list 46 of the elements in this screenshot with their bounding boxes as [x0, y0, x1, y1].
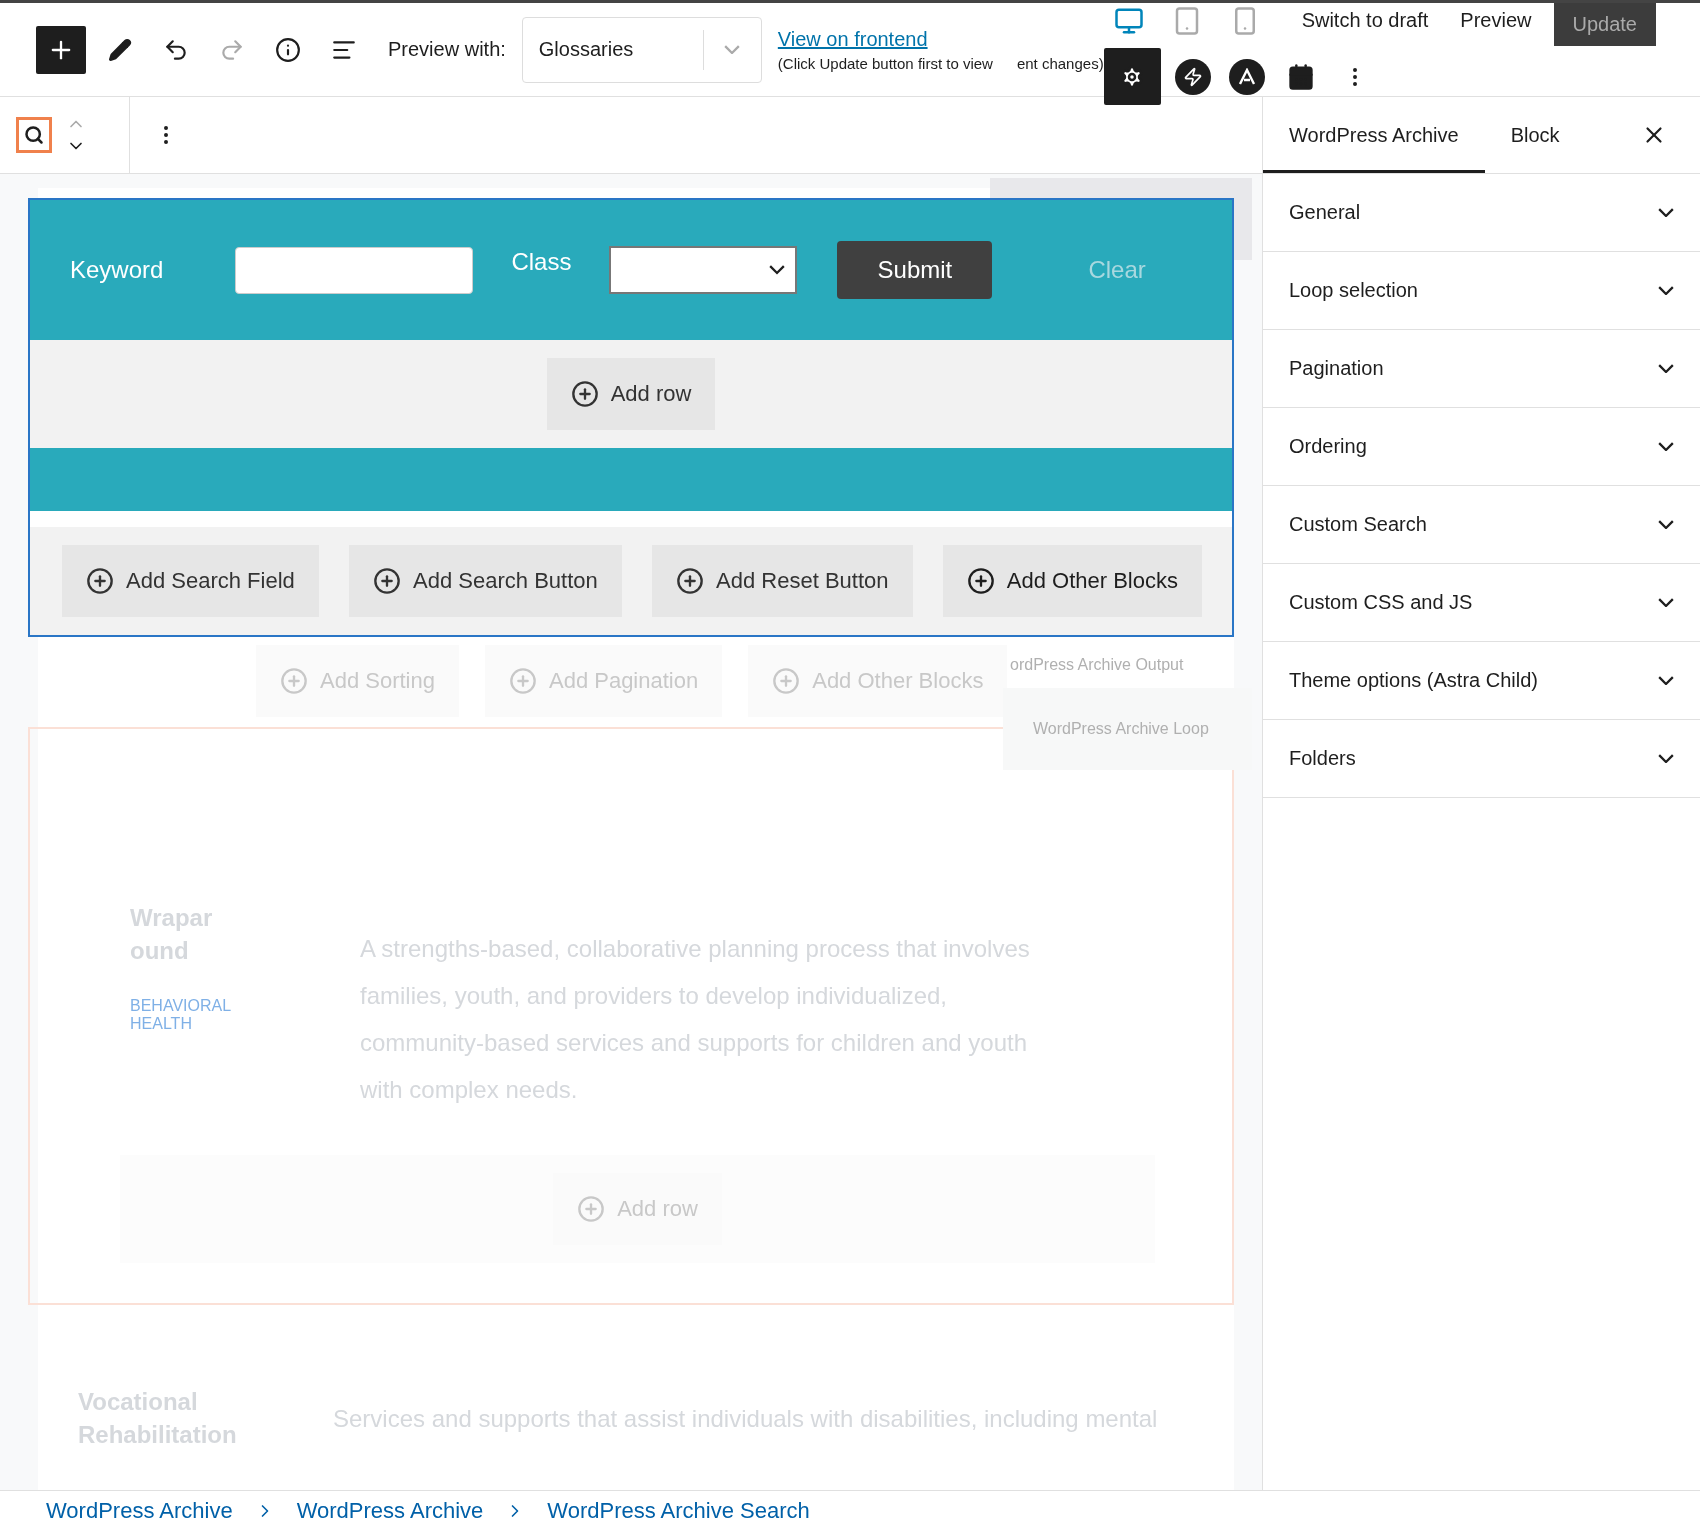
class-select[interactable]: [609, 246, 798, 294]
chevron-icon: [1658, 363, 1674, 374]
chevron-icon: [1658, 753, 1674, 764]
add-block-button[interactable]: Add Search Field: [62, 545, 319, 617]
breadcrumb-link[interactable]: WordPress Archive: [296, 1498, 484, 1524]
breadcrumb-link[interactable]: WordPress Archive Search: [547, 1498, 810, 1524]
plus-circle-icon: [280, 667, 308, 695]
chevron-icon: [1658, 597, 1674, 608]
add-block-button[interactable]: Add Search Button: [349, 545, 622, 617]
add-block-button[interactable]: [36, 25, 86, 74]
plus-circle-icon: [772, 667, 801, 695]
preview-select[interactable]: Glossaries: [521, 16, 762, 83]
search-block-icon[interactable]: [16, 117, 52, 153]
preview-link[interactable]: Preview: [1460, 9, 1532, 32]
sidebar-tab[interactable]: WordPress Archive: [1263, 97, 1485, 173]
breadcrumb-link[interactable]: WordPress Archive: [46, 1498, 233, 1524]
chevron-icon: [1658, 207, 1674, 218]
submit-button[interactable]: Submit: [837, 241, 993, 299]
plus-circle-icon: [676, 567, 705, 595]
block-label: WordPress Archive Loop: [1033, 720, 1209, 738]
field-label: Keyword: [70, 256, 164, 284]
add-block-button[interactable]: Add Reset Button: [652, 545, 913, 617]
add-row-button[interactable]: Add row: [546, 358, 716, 430]
chevron-icon: [1658, 285, 1674, 296]
plus-circle-icon: [86, 567, 114, 595]
sidebar-tab[interactable]: Block: [1484, 97, 1586, 173]
chevron-icon: [1658, 519, 1674, 530]
chevron-icon: [1658, 441, 1674, 452]
block-label: ordPress Archive Output: [1010, 656, 1184, 674]
chevron-icon: [1658, 675, 1674, 686]
chevron-icon: [769, 265, 786, 275]
field-label: Class: [511, 248, 572, 276]
note-text: ent changes): [1016, 54, 1104, 72]
plus-circle-icon: [508, 667, 537, 695]
note-text: (Click Update button first to view: [777, 54, 993, 72]
chevron-icon: [724, 44, 741, 55]
keyword-input[interactable]: [235, 246, 474, 294]
preview-label: Preview with:: [388, 38, 506, 61]
frontend-link[interactable]: View on frontend: [777, 27, 1104, 51]
plus-circle-icon: [570, 380, 599, 408]
plus-circle-icon: [966, 567, 995, 595]
plus-circle-icon: [373, 567, 402, 595]
plus-circle-icon: [577, 1195, 606, 1223]
add-block-button[interactable]: Add Other Blocks: [942, 545, 1202, 617]
settings-icon[interactable]: [1103, 48, 1161, 105]
switch-to-draft-link[interactable]: Switch to draft: [1301, 9, 1429, 32]
